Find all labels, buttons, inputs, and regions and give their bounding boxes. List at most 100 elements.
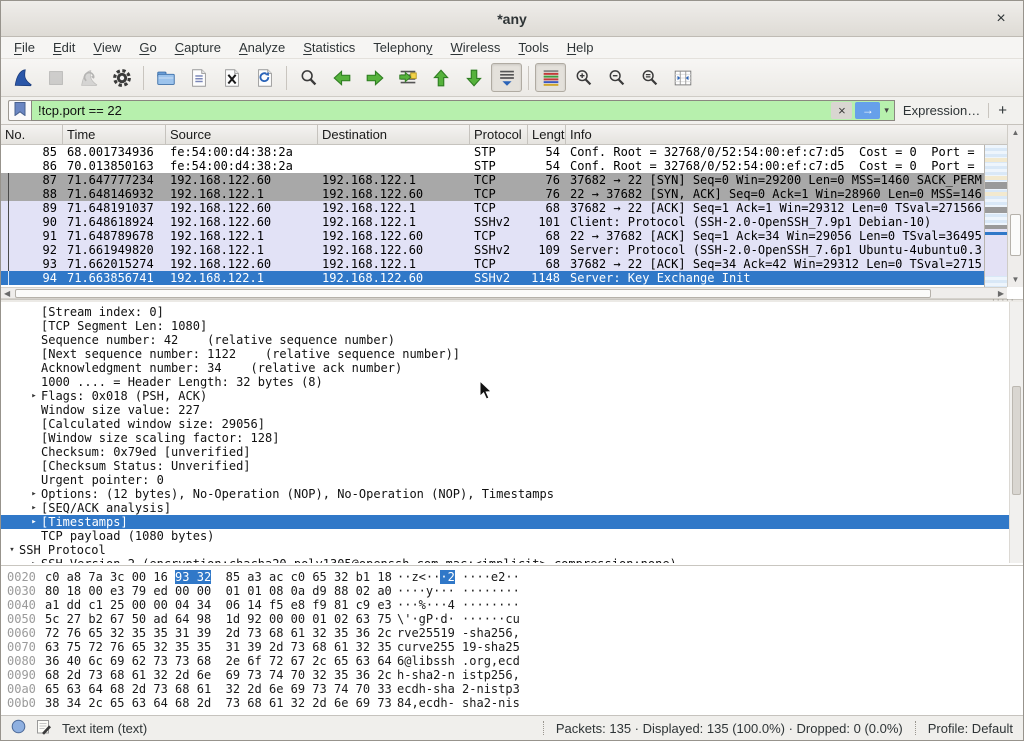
- expression-button[interactable]: Expression…: [895, 103, 988, 118]
- profile-selector[interactable]: Profile: Default: [928, 721, 1013, 736]
- hex-row[interactable]: 009068 2d 73 68 61 32 2d 6e 69 73 74 70 …: [1, 668, 1023, 682]
- menu-tools[interactable]: Tools: [509, 37, 557, 58]
- packet-minimap[interactable]: [984, 145, 1007, 287]
- find-packet-button[interactable]: [293, 63, 324, 92]
- display-filter-input[interactable]: [32, 103, 831, 118]
- menu-analyze[interactable]: Analyze: [230, 37, 294, 58]
- save-file-button[interactable]: [183, 63, 214, 92]
- column-header-info[interactable]: Info: [566, 125, 1023, 144]
- detail-scrollbar-thumb[interactable]: [1012, 386, 1021, 496]
- detail-tree-item[interactable]: Sequence number: 42 (relative sequence n…: [1, 333, 1023, 347]
- detail-tree-item[interactable]: ▾SSH Protocol: [1, 543, 1023, 557]
- close-window-button[interactable]: ×: [991, 9, 1011, 29]
- menu-help[interactable]: Help: [558, 37, 603, 58]
- expert-info-icon[interactable]: [11, 719, 26, 737]
- filter-apply-button[interactable]: →: [855, 102, 880, 119]
- packet-row[interactable]: 8670.013850163fe:54:00:d4:38:2aSTP54Conf…: [1, 159, 1023, 173]
- packet-row[interactable]: 9371.662015274192.168.122.60192.168.122.…: [1, 257, 1023, 271]
- menu-view[interactable]: View: [84, 37, 130, 58]
- detail-tree-item[interactable]: [TCP Segment Len: 1080]: [1, 319, 1023, 333]
- hex-row[interactable]: 006072 76 65 32 35 35 31 39 2d 73 68 61 …: [1, 626, 1023, 640]
- expand-icon[interactable]: ▸: [27, 501, 41, 515]
- next-packet-button[interactable]: [359, 63, 390, 92]
- capture-options-gear-button[interactable]: [106, 63, 137, 92]
- packet-row[interactable]: 9171.648789678192.168.122.1192.168.122.6…: [1, 229, 1023, 243]
- hex-row[interactable]: 008036 40 6c 69 62 73 73 68 2e 6f 72 67 …: [1, 654, 1023, 668]
- packet-list-header[interactable]: No.TimeSourceDestinationProtocolLengthIn…: [1, 125, 1023, 145]
- column-header-protocol[interactable]: Protocol: [470, 125, 528, 144]
- column-header-time[interactable]: Time: [63, 125, 166, 144]
- packet-row[interactable]: 9271.661949820192.168.122.1192.168.122.6…: [1, 243, 1023, 257]
- detail-tree-item[interactable]: [Stream index: 0]: [1, 305, 1023, 319]
- packet-row[interactable]: 8971.648191037192.168.122.60192.168.122.…: [1, 201, 1023, 215]
- column-header-destination[interactable]: Destination: [318, 125, 470, 144]
- hex-row[interactable]: 00a065 63 64 68 2d 73 68 61 32 2d 6e 69 …: [1, 682, 1023, 696]
- detail-tree-item[interactable]: [Calculated window size: 29056]: [1, 417, 1023, 431]
- detail-tree-item[interactable]: ▸Flags: 0x018 (PSH, ACK): [1, 389, 1023, 403]
- add-filter-button[interactable]: +: [989, 102, 1016, 119]
- detail-tree-item[interactable]: [Checksum Status: Unverified]: [1, 459, 1023, 473]
- expand-icon[interactable]: ▸: [27, 557, 41, 563]
- hex-row[interactable]: 0020c0 a8 7a 3c 00 16 93 32 85 a3 ac c0 …: [1, 570, 1023, 584]
- detail-tree-item[interactable]: 1000 .... = Header Length: 32 bytes (8): [1, 375, 1023, 389]
- detail-tree-item[interactable]: [Next sequence number: 1122 (relative se…: [1, 347, 1023, 361]
- zoom-in-button[interactable]: [568, 63, 599, 92]
- column-header-length[interactable]: Length: [528, 125, 566, 144]
- menu-telephony[interactable]: Telephony: [364, 37, 441, 58]
- packet-row[interactable]: 8871.648146932192.168.122.1192.168.122.6…: [1, 187, 1023, 201]
- first-packet-button[interactable]: [425, 63, 456, 92]
- menu-edit[interactable]: Edit: [44, 37, 84, 58]
- titlebar[interactable]: *any ×: [1, 1, 1023, 37]
- packet-list-scrollbar[interactable]: ▲ ▼: [1007, 125, 1023, 287]
- stop-capture-button[interactable]: [40, 63, 71, 92]
- close-file-button[interactable]: [216, 63, 247, 92]
- auto-scroll-button[interactable]: [491, 63, 522, 92]
- scroll-left-icon[interactable]: ◀: [4, 289, 10, 299]
- zoom-out-button[interactable]: [601, 63, 632, 92]
- filter-clear-button[interactable]: ×: [831, 102, 852, 119]
- scroll-up-icon[interactable]: ▲: [1008, 128, 1023, 137]
- menu-file[interactable]: File: [5, 37, 44, 58]
- detail-tree-item[interactable]: ▸[SEQ/ACK analysis]: [1, 501, 1023, 515]
- zoom-reset-button[interactable]: [634, 63, 665, 92]
- detail-tree-item[interactable]: ▸[Timestamps]: [1, 515, 1023, 529]
- hex-row[interactable]: 0040a1 dd c1 25 00 00 04 34 06 14 f5 e8 …: [1, 598, 1023, 612]
- hex-row[interactable]: 00b038 34 2c 65 63 64 68 2d 73 68 61 32 …: [1, 696, 1023, 710]
- expand-icon[interactable]: ▸: [27, 515, 41, 529]
- hex-row[interactable]: 00505c 27 b2 67 50 ad 64 98 1d 92 00 00 …: [1, 612, 1023, 626]
- capture-comment-icon[interactable]: [36, 719, 52, 738]
- restart-capture-button[interactable]: [73, 63, 104, 92]
- column-header-no[interactable]: No.: [1, 125, 63, 144]
- previous-packet-button[interactable]: [326, 63, 357, 92]
- hex-row[interactable]: 007063 75 72 76 65 32 35 35 31 39 2d 73 …: [1, 640, 1023, 654]
- resize-columns-button[interactable]: [667, 63, 698, 92]
- packet-row[interactable]: 9071.648618924192.168.122.60192.168.122.…: [1, 215, 1023, 229]
- filter-bookmark-button[interactable]: [8, 100, 31, 121]
- scrollbar-thumb[interactable]: [1010, 214, 1021, 256]
- detail-tree-item[interactable]: ▸Options: (12 bytes), No-Operation (NOP)…: [1, 487, 1023, 501]
- menu-wireless[interactable]: Wireless: [442, 37, 510, 58]
- menu-go[interactable]: Go: [130, 37, 165, 58]
- packet-row[interactable]: 8568.001734936fe:54:00:d4:38:2aSTP54Conf…: [1, 145, 1023, 159]
- display-filter-field[interactable]: × → ▾: [31, 100, 895, 121]
- packet-list-hscrollbar[interactable]: ◀ ▶: [1, 287, 1007, 299]
- open-file-folder-button[interactable]: [150, 63, 181, 92]
- colorize-button[interactable]: [535, 63, 566, 92]
- detail-tree-item[interactable]: Checksum: 0x79ed [unverified]: [1, 445, 1023, 459]
- expand-icon[interactable]: ▸: [27, 389, 41, 403]
- reload-file-button[interactable]: [249, 63, 280, 92]
- goto-packet-button[interactable]: [392, 63, 423, 92]
- filter-dropdown-caret-icon[interactable]: ▾: [884, 105, 889, 116]
- column-header-source[interactable]: Source: [166, 125, 318, 144]
- scroll-down-icon[interactable]: ▼: [1008, 275, 1023, 284]
- detail-tree-item[interactable]: Urgent pointer: 0: [1, 473, 1023, 487]
- menu-statistics[interactable]: Statistics: [294, 37, 364, 58]
- detail-scrollbar[interactable]: [1009, 302, 1023, 563]
- detail-tree-item[interactable]: Acknowledgment number: 34 (relative ack …: [1, 361, 1023, 375]
- packet-row[interactable]: 8771.647777234192.168.122.60192.168.122.…: [1, 173, 1023, 187]
- hex-row[interactable]: 003080 18 00 e3 79 ed 00 00 01 01 08 0a …: [1, 584, 1023, 598]
- menu-capture[interactable]: Capture: [166, 37, 230, 58]
- expand-icon[interactable]: ▸: [27, 487, 41, 501]
- detail-tree-item[interactable]: TCP payload (1080 bytes): [1, 529, 1023, 543]
- wireshark-fin-button[interactable]: [7, 63, 38, 92]
